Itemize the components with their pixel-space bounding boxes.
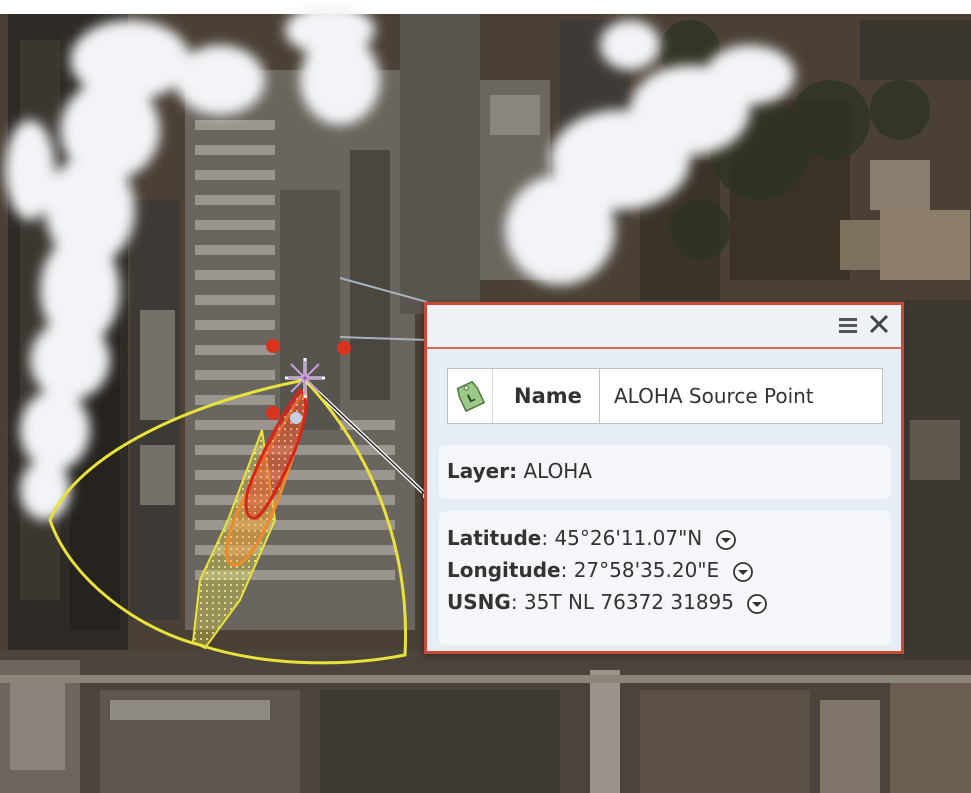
latitude-label: Latitude: [447, 526, 542, 550]
name-value: ALOHA Source Point: [614, 384, 814, 408]
name-label: Name: [500, 369, 600, 423]
popup-header: [427, 305, 901, 349]
map-tag-icon: L: [456, 380, 486, 413]
latitude-row: Latitude: 45°26'11.07"N: [447, 523, 737, 553]
crosshair-icon: [285, 358, 325, 398]
map-viewer[interactable]: L Name ALOHA Source Point Layer: ALOHA L…: [0, 0, 971, 793]
coordinates-section: Latitude: 45°26'11.07"N Longitude: 27°58…: [439, 511, 891, 645]
expand-chevron-icon[interactable]: [732, 561, 754, 583]
name-field-row: L Name ALOHA Source Point: [447, 368, 883, 424]
usng-row: USNG: 35T NL 76372 31895: [447, 587, 768, 617]
road: [400, 14, 480, 314]
close-icon[interactable]: [867, 312, 891, 336]
feature-info-popup: L Name ALOHA Source Point Layer: ALOHA L…: [424, 302, 904, 654]
expand-chevron-icon[interactable]: [746, 593, 768, 615]
longitude-row: Longitude: 27°58'35.20"E: [447, 555, 754, 585]
layer-section: Layer: ALOHA: [439, 445, 891, 499]
usng-label: USNG: [447, 590, 511, 614]
layer-label: Layer:: [447, 459, 518, 483]
layer-value: ALOHA: [523, 459, 593, 483]
menu-icon[interactable]: [837, 314, 859, 336]
name-icon-cell: L: [448, 369, 493, 423]
longitude-value: 27°58'35.20"E: [573, 558, 720, 582]
usng-value: 35T NL 76372 31895: [523, 590, 735, 614]
building-block-south: [0, 650, 971, 793]
expand-chevron-icon[interactable]: [715, 529, 737, 551]
longitude-label: Longitude: [447, 558, 561, 582]
latitude-value: 45°26'11.07"N: [554, 526, 703, 550]
